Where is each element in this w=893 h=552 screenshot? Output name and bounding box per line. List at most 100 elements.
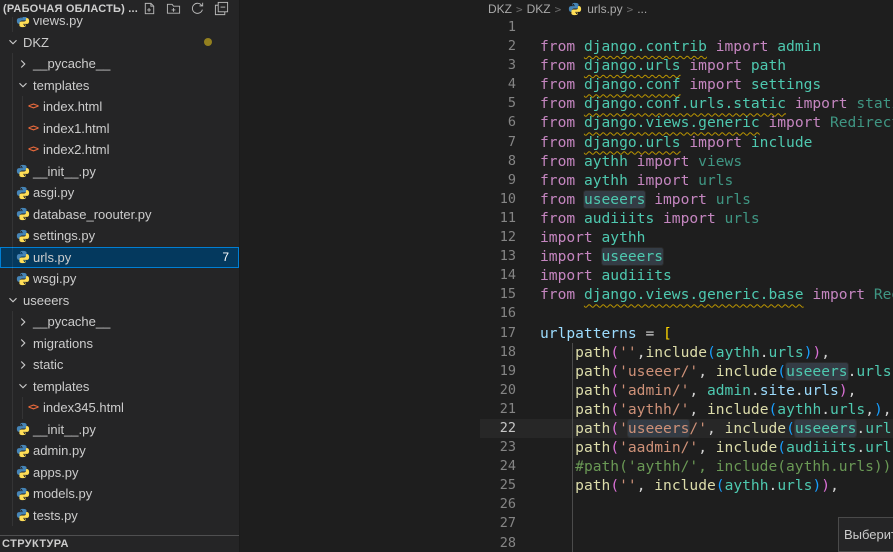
tree-item-index2-html[interactable]: <>index2.html	[0, 139, 239, 161]
code-line[interactable]: 18path('',include(aythh.urls)),	[480, 343, 893, 362]
python-file-icon	[15, 272, 31, 286]
code-line[interactable]: 5from django.conf.urls.static import sta…	[480, 94, 893, 113]
code-line[interactable]: 17urlpatterns = [	[480, 324, 893, 343]
refresh-icon[interactable]	[190, 1, 205, 16]
new-folder-icon[interactable]	[166, 1, 181, 16]
code-text: import useeers	[516, 247, 663, 266]
tree-item--pycache-[interactable]: __pycache__	[0, 311, 239, 333]
code-text: #path('aythh/', include(aythh.urls)),	[516, 457, 893, 476]
tree-item-index-html[interactable]: <>index.html	[0, 96, 239, 118]
explorer-actions	[142, 1, 229, 16]
code-line[interactable]: 24#path('aythh/', include(aythh.urls)),	[480, 457, 893, 476]
tree-item-index1-html[interactable]: <>index1.html	[0, 118, 239, 140]
collapse-all-icon[interactable]	[214, 1, 229, 16]
outline-section-header[interactable]: СТРУКТУРА	[0, 535, 239, 552]
tree-item-label: __pycache__	[31, 314, 110, 329]
tree-item-label: apps.py	[31, 465, 79, 480]
code-line[interactable]: 20path('admin/', admin.site.urls),	[480, 381, 893, 400]
code-line[interactable]: 25path('', include(aythh.urls)),	[480, 476, 893, 495]
code-line[interactable]: 9from aythh import urls	[480, 171, 893, 190]
code-line[interactable]: 7from django.urls import include	[480, 133, 893, 152]
tree-item-label: index1.html	[41, 121, 109, 136]
line-number: 12	[480, 228, 516, 247]
tree-item-label: index.html	[41, 99, 102, 114]
code-text: urlpatterns = [	[516, 324, 672, 343]
python-file-icon	[15, 164, 31, 178]
tree-item-settings-py[interactable]: settings.py	[0, 225, 239, 247]
code-text: from django.views.generic.base import Re…	[516, 285, 893, 304]
tree-item-migrations[interactable]: migrations	[0, 333, 239, 355]
tree-indent-guide	[12, 354, 13, 376]
line-number: 28	[480, 534, 516, 552]
tree-item-static[interactable]: static	[0, 354, 239, 376]
tree-item-label: migrations	[31, 336, 93, 351]
tree-item-DKZ[interactable]: DKZ	[0, 32, 239, 54]
breadcrumb-item[interactable]: urls.py	[587, 2, 622, 16]
tree-item-asgi-py[interactable]: asgi.py	[0, 182, 239, 204]
code-line[interactable]: 4from django.conf import settings	[480, 75, 893, 94]
tree-item--pycache-[interactable]: __pycache__	[0, 53, 239, 75]
tree-item-label: __pycache__	[31, 56, 110, 71]
breadcrumb-separator: >	[554, 3, 563, 16]
code-area[interactable]: 12from django.contrib import admin3from …	[480, 18, 893, 552]
html-file-icon: <>	[25, 123, 41, 134]
chevron-right-icon	[15, 315, 31, 329]
code-line[interactable]: 2from django.contrib import admin	[480, 37, 893, 56]
code-line[interactable]: 10from useeers import urls	[480, 190, 893, 209]
tree-item-database-roouter-py[interactable]: database_roouter.py	[0, 204, 239, 226]
indent-guide	[572, 495, 573, 514]
tree-item--init-py[interactable]: __init__.py	[0, 419, 239, 441]
tree-item-tests-py[interactable]: tests.py	[0, 505, 239, 527]
line-number: 15	[480, 285, 516, 304]
tree-item-wsgi-py[interactable]: wsgi.py	[0, 268, 239, 290]
breadcrumb-separator: >	[515, 3, 524, 16]
breadcrumb-item[interactable]: DKZ	[488, 2, 512, 16]
tree-indent-guide	[12, 376, 13, 398]
python-file-icon	[15, 250, 31, 264]
code-line[interactable]: 13import useeers	[480, 247, 893, 266]
code-line[interactable]: 8from aythh import views	[480, 152, 893, 171]
tree-item-apps-py[interactable]: apps.py	[0, 462, 239, 484]
line-number: 9	[480, 171, 516, 190]
tree-item--init-py[interactable]: __init__.py	[0, 161, 239, 183]
tree-indent-guide	[12, 483, 13, 505]
code-line[interactable]: 15from django.views.generic.base import …	[480, 285, 893, 304]
code-line[interactable]: 16	[480, 304, 893, 323]
tree-item-templates[interactable]: templates	[0, 376, 239, 398]
tree-item-label: models.py	[31, 486, 92, 501]
python-file-icon	[15, 487, 31, 501]
breadcrumb-item[interactable]: DKZ	[527, 2, 551, 16]
code-line[interactable]: 19path('useeer/', include(useeers.urls))…	[480, 362, 893, 381]
new-file-icon[interactable]	[142, 1, 157, 16]
code-line[interactable]: 14import audiiits	[480, 266, 893, 285]
html-file-icon: <>	[25, 144, 41, 155]
tree-item-templates[interactable]: templates	[0, 75, 239, 97]
code-line[interactable]: 21path('aythh/', include(aythh.urls,),na…	[480, 400, 893, 419]
breadcrumb-item[interactable]: ...	[637, 2, 647, 16]
tree-item-index345-html[interactable]: <>index345.html	[0, 397, 239, 419]
chevron-right-icon	[15, 358, 31, 372]
tree-item-models-py[interactable]: models.py	[0, 483, 239, 505]
code-line[interactable]: 27	[480, 514, 893, 533]
line-number: 2	[480, 37, 516, 56]
code-line[interactable]: 23path('aadmin/', include(audiiits.urls,…	[480, 438, 893, 457]
code-line[interactable]: 11from audiiits import urls	[480, 209, 893, 228]
line-number: 14	[480, 266, 516, 285]
tree-item-urls-py[interactable]: urls.py7	[0, 247, 239, 269]
code-line[interactable]: 1	[480, 18, 893, 37]
code-line[interactable]: 12import aythh	[480, 228, 893, 247]
code-text: path('aadmin/', include(audiiits.urls,),…	[516, 438, 893, 457]
chevron-down-icon	[15, 379, 31, 393]
modified-dot-badge	[204, 38, 212, 46]
tree-item-label: useeers	[21, 293, 69, 308]
code-line[interactable]: 6from django.views.generic import Redire…	[480, 113, 893, 132]
code-line[interactable]: 26	[480, 495, 893, 514]
code-line[interactable]: 22path('useeers/', include(useeers.urls,…	[480, 419, 893, 438]
tree-item-useeers[interactable]: useeers	[0, 290, 239, 312]
tree-item-admin-py[interactable]: admin.py	[0, 440, 239, 462]
code-line[interactable]: 3from django.urls import path	[480, 56, 893, 75]
code-line[interactable]: 28	[480, 534, 893, 552]
code-text: import audiiits	[516, 266, 672, 285]
breadcrumb: DKZ>DKZ>urls.py>...	[480, 0, 893, 18]
line-number: 21	[480, 400, 516, 419]
